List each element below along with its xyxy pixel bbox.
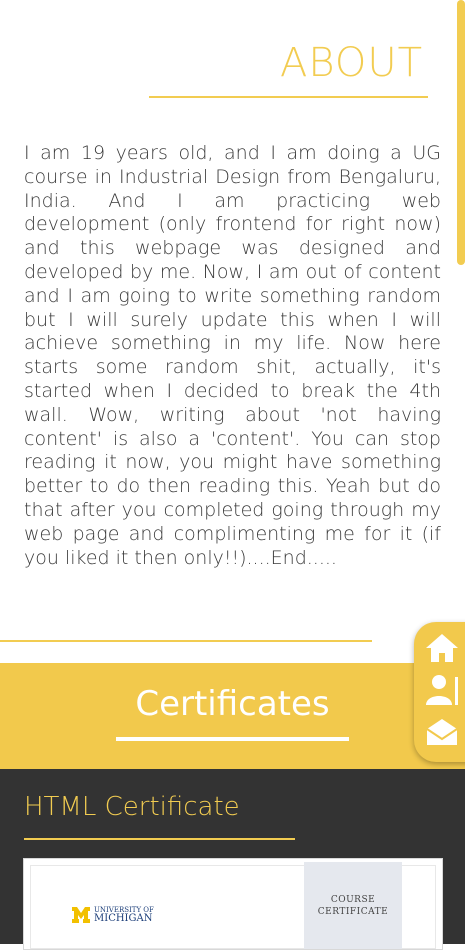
html-certificate-underline <box>24 838 295 840</box>
html-certificate-image[interactable]: UNIVERSITY OF MICHIGAN COURSE CERTIFICAT… <box>23 858 443 950</box>
about-text: I am 19 years old, and I am doing a UG c… <box>24 142 441 569</box>
home-icon <box>426 634 458 662</box>
certificates-underline <box>116 737 349 741</box>
about-heading: ABOUT <box>280 40 424 86</box>
nav-contact-button[interactable] <box>424 714 460 750</box>
html-certificate-title: HTML Certificate <box>24 792 240 822</box>
user-icon <box>426 675 458 705</box>
scrollbar-thumb[interactable] <box>457 0 465 265</box>
logo-line-2: MICHIGAN <box>94 913 153 924</box>
certificate-side-panel: COURSE CERTIFICATE <box>304 862 402 949</box>
university-logo-text: UNIVERSITY OF MICHIGAN <box>94 907 154 924</box>
section-divider <box>0 640 372 642</box>
certificate-side-label: COURSE CERTIFICATE <box>304 894 402 918</box>
about-underline <box>149 96 428 98</box>
certificates-heading: Certificates <box>135 684 330 724</box>
side-label-line-1: COURSE <box>330 895 376 905</box>
mail-icon <box>426 719 458 745</box>
side-nav <box>414 622 465 762</box>
nav-home-button[interactable] <box>424 630 460 666</box>
michigan-logo-icon <box>72 907 90 923</box>
nav-about-button[interactable] <box>424 672 460 708</box>
side-label-line-2: CERTIFICATE <box>317 907 389 917</box>
